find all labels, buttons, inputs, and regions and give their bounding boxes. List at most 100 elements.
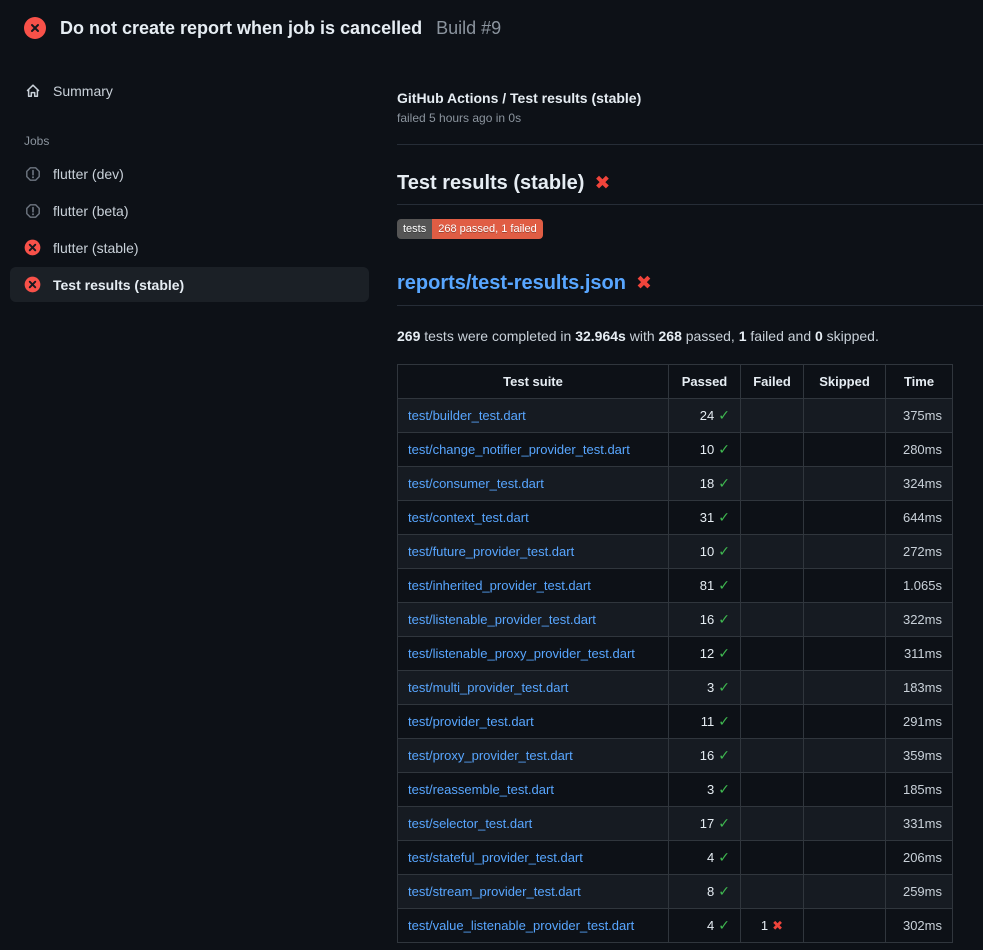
check-icon: ✓ xyxy=(718,815,730,832)
test-suite-link[interactable]: test/consumer_test.dart xyxy=(408,476,544,491)
sidebar-item-test-results-stable[interactable]: Test results (stable) xyxy=(10,267,369,302)
sidebar-item-flutter-beta[interactable]: flutter (beta) xyxy=(10,193,369,228)
check-icon: ✓ xyxy=(718,679,730,696)
test-suite-link[interactable]: test/selector_test.dart xyxy=(408,816,532,831)
jobs-section-label: Jobs xyxy=(24,134,369,148)
failed-cell xyxy=(741,807,804,841)
skipped-cell xyxy=(804,399,886,433)
tests-status-badge: tests 268 passed, 1 failed xyxy=(397,219,543,239)
summary-text: with xyxy=(626,328,659,344)
test-suite-link[interactable]: test/proxy_provider_test.dart xyxy=(408,748,573,763)
skipped-cell xyxy=(804,739,886,773)
column-header-time: Time xyxy=(886,365,953,399)
check-icon: ✓ xyxy=(718,475,730,492)
failed-cell xyxy=(741,773,804,807)
test-suite-link[interactable]: test/inherited_provider_test.dart xyxy=(408,578,591,593)
report-file-link[interactable]: reports/test-results.json xyxy=(397,272,626,295)
test-suite-link[interactable]: test/listenable_proxy_provider_test.dart xyxy=(408,646,635,661)
main-content: GitHub Actions / Test results (stable) f… xyxy=(397,53,983,943)
run-build-number: Build #9 xyxy=(436,18,501,39)
failed-cell xyxy=(741,569,804,603)
failed-cell xyxy=(741,875,804,909)
test-suite-link[interactable]: test/future_provider_test.dart xyxy=(408,544,574,559)
summary-text: failed and xyxy=(747,328,816,344)
failed-cell xyxy=(741,399,804,433)
passed-cell: 31✓ xyxy=(669,501,741,535)
time-cell: 375ms xyxy=(886,399,953,433)
failed-cell xyxy=(741,433,804,467)
passed-cell: 12✓ xyxy=(669,637,741,671)
passed-cell: 10✓ xyxy=(669,535,741,569)
failed-count: 1 xyxy=(739,328,747,344)
table-row: test/future_provider_test.dart 10✓ 272ms xyxy=(398,535,953,569)
time-cell: 183ms xyxy=(886,671,953,705)
test-suite-link[interactable]: test/context_test.dart xyxy=(408,510,529,525)
tests-summary: 269 tests were completed in 32.964s with… xyxy=(397,328,983,344)
skipped-cell xyxy=(804,807,886,841)
passed-value: 81 xyxy=(700,578,714,593)
skipped-cell xyxy=(804,875,886,909)
table-header-row: Test suite Passed Failed Skipped Time xyxy=(398,365,953,399)
check-icon: ✓ xyxy=(718,509,730,526)
test-suite-link[interactable]: test/value_listenable_provider_test.dart xyxy=(408,918,634,933)
fail-cross-icon: ✖ xyxy=(594,174,610,193)
sidebar-item-summary[interactable]: Summary xyxy=(10,73,369,108)
test-suite-link[interactable]: test/change_notifier_provider_test.dart xyxy=(408,442,630,457)
section-title-text: Test results (stable) xyxy=(397,172,584,195)
passed-value: 8 xyxy=(707,884,714,899)
home-icon xyxy=(24,82,41,99)
test-results-table: Test suite Passed Failed Skipped Time te… xyxy=(397,364,953,943)
passed-value: 12 xyxy=(700,646,714,661)
run-header: Do not create report when job is cancell… xyxy=(0,0,983,53)
table-row: test/stream_provider_test.dart 8✓ 259ms xyxy=(398,875,953,909)
summary-text: passed, xyxy=(682,328,739,344)
skipped-cell xyxy=(804,433,886,467)
passed-count: 268 xyxy=(659,328,682,344)
passed-value: 18 xyxy=(700,476,714,491)
time-cell: 291ms xyxy=(886,705,953,739)
passed-cell: 16✓ xyxy=(669,739,741,773)
check-icon: ✓ xyxy=(718,611,730,628)
test-suite-link[interactable]: test/stream_provider_test.dart xyxy=(408,884,581,899)
sidebar-item-flutter-dev[interactable]: flutter (dev) xyxy=(10,156,369,191)
failed-status-icon xyxy=(24,17,46,39)
test-suite-link[interactable]: test/stateful_provider_test.dart xyxy=(408,850,583,865)
time-cell: 359ms xyxy=(886,739,953,773)
breadcrumb: GitHub Actions / Test results (stable) xyxy=(397,90,983,106)
time-cell: 302ms xyxy=(886,909,953,943)
skipped-cell xyxy=(804,569,886,603)
summary-text: tests were completed in xyxy=(420,328,575,344)
passed-cell: 10✓ xyxy=(669,433,741,467)
check-icon: ✓ xyxy=(718,407,730,424)
passed-value: 17 xyxy=(700,816,714,831)
test-suite-link[interactable]: test/multi_provider_test.dart xyxy=(408,680,568,695)
test-suite-link[interactable]: test/listenable_provider_test.dart xyxy=(408,612,596,627)
time-cell: 185ms xyxy=(886,773,953,807)
summary-text: skipped. xyxy=(823,328,879,344)
passed-cell: 4✓ xyxy=(669,909,741,943)
failed-cell xyxy=(741,671,804,705)
test-suite-link[interactable]: test/builder_test.dart xyxy=(408,408,526,423)
check-icon: ✓ xyxy=(718,441,730,458)
check-icon: ✓ xyxy=(718,577,730,594)
passed-value: 16 xyxy=(700,612,714,627)
sidebar-item-flutter-stable[interactable]: flutter (stable) xyxy=(10,230,369,265)
skipped-cell xyxy=(804,501,886,535)
test-suite-link[interactable]: test/reassemble_test.dart xyxy=(408,782,554,797)
test-suite-link[interactable]: test/provider_test.dart xyxy=(408,714,534,729)
table-row: test/multi_provider_test.dart 3 ✓ 183ms xyxy=(398,671,953,705)
cross-icon: ✖ xyxy=(772,918,783,934)
fail-cross-icon: ✖ xyxy=(636,274,652,293)
failed-cell xyxy=(741,501,804,535)
passed-value: 16 xyxy=(700,748,714,763)
sidebar-item-label: flutter (beta) xyxy=(53,203,128,219)
passed-value: 3 xyxy=(707,680,714,695)
failed-cell xyxy=(741,603,804,637)
table-row: test/provider_test.dart 11✓ 291ms xyxy=(398,705,953,739)
sidebar: Summary Jobs flutter (dev) flut xyxy=(0,53,397,304)
passed-cell: 3✓ xyxy=(669,773,741,807)
failed-cell xyxy=(741,841,804,875)
sidebar-item-label: Summary xyxy=(53,83,113,99)
divider xyxy=(397,305,983,306)
sidebar-item-label: flutter (stable) xyxy=(53,240,139,256)
